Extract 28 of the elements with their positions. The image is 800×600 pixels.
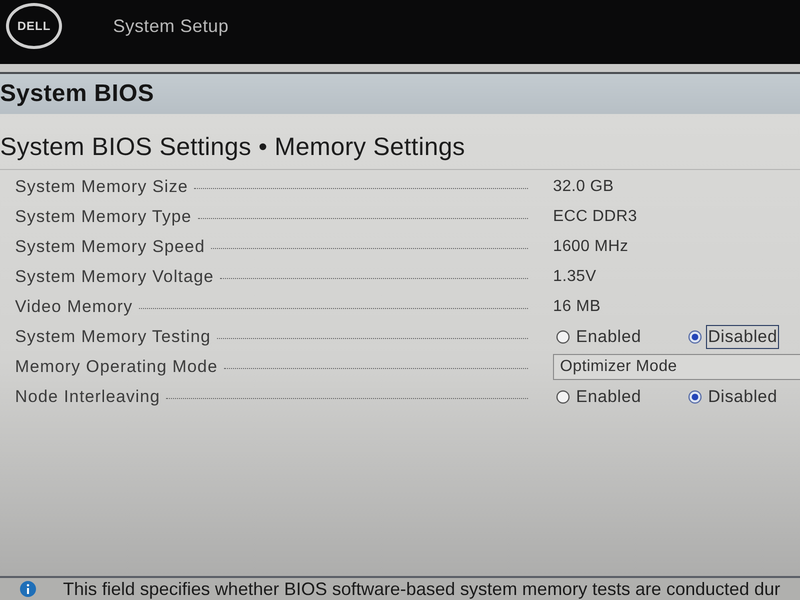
setting-label: System Memory Type [15,207,192,227]
option-label[interactable]: Disabled [706,325,780,349]
info-icon [20,581,36,597]
setting-label: System Memory Voltage [15,267,214,287]
app-title: System Setup [113,16,229,36]
radio-icon[interactable] [688,330,702,344]
setting-value: 1600 MHz [553,238,628,256]
radio-icon[interactable] [556,330,570,344]
setting-value: 32.0 GB [553,178,614,196]
setting-label: System Memory Testing [15,327,211,347]
setting-value: 16 MB [553,298,601,316]
option-label[interactable]: Disabled [706,385,780,409]
setting-label: System Memory Size [15,177,188,197]
setting-label: Memory Operating Mode [15,357,218,377]
setting-label: Node Interleaving [15,387,160,407]
setting-label: System Memory Speed [15,237,205,257]
breadcrumb: System BIOS Settings • Memory Settings [0,133,466,161]
radio-icon[interactable] [688,390,702,404]
setting-value: 1.35V [553,268,596,286]
option-label[interactable]: Enabled [574,325,644,349]
page-title: System BIOS [0,72,800,114]
logo: DELL [6,3,62,49]
option-label[interactable]: Enabled [574,385,644,409]
setting-label: Video Memory [15,297,133,317]
radio-icon[interactable] [556,390,570,404]
help-text: This field specifies whether BIOS software-based system memory tests are conducted dur [63,578,780,600]
setting-value: ECC DDR3 [553,208,638,226]
dropdown-field[interactable]: Optimizer Mode [553,354,800,380]
